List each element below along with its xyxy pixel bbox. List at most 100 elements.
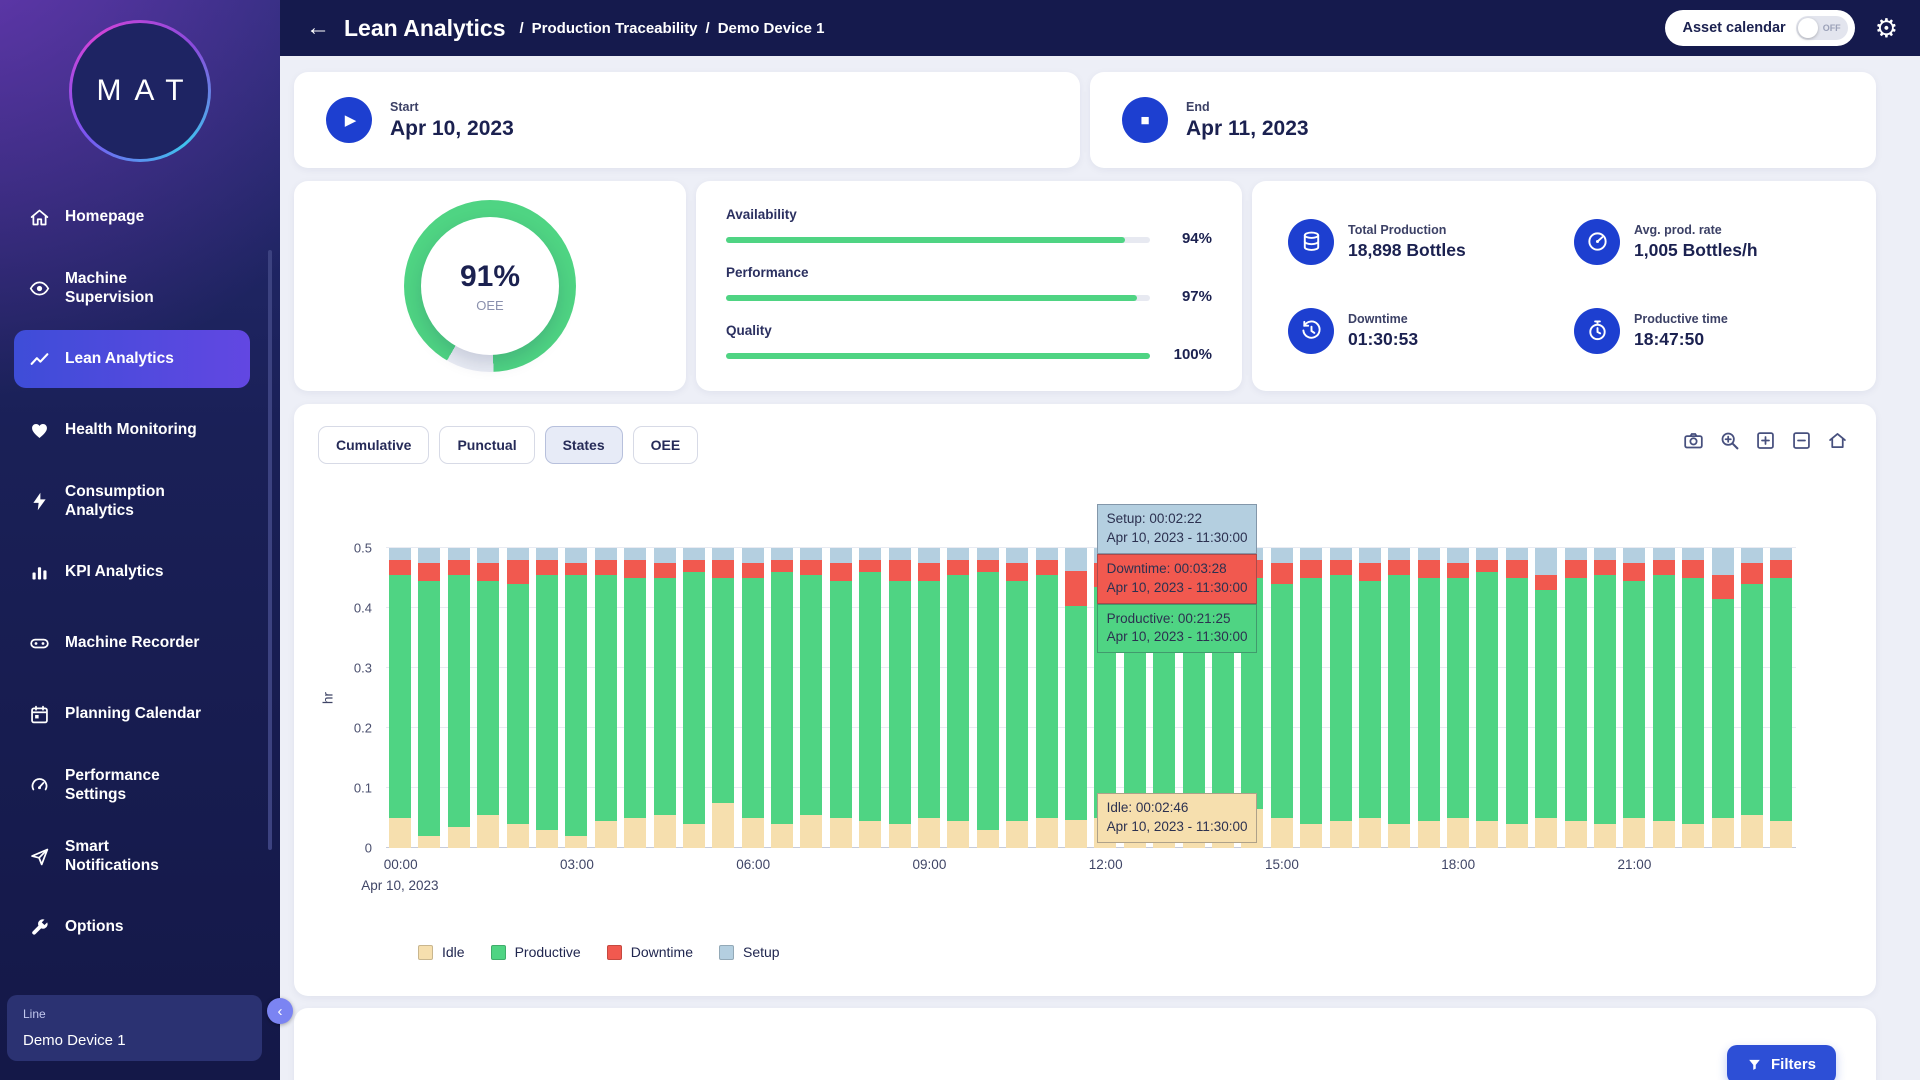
- legend-item-setup[interactable]: Setup: [719, 944, 780, 960]
- bar-19:30[interactable]: [1535, 548, 1557, 848]
- bar-06:00[interactable]: [742, 548, 764, 848]
- sidebar-item-performance-settings[interactable]: Performance Settings: [14, 756, 250, 814]
- breadcrumb-production-traceability[interactable]: Production Traceability: [532, 20, 698, 37]
- back-button[interactable]: ←: [306, 16, 330, 40]
- filters-button[interactable]: Filters: [1727, 1045, 1836, 1080]
- bar-02:30[interactable]: [536, 548, 558, 848]
- sidebar-item-kpi-analytics[interactable]: KPI Analytics: [14, 543, 250, 601]
- bar-segment-setup: [565, 548, 587, 563]
- tab-oee[interactable]: OEE: [633, 426, 699, 464]
- legend-item-idle[interactable]: Idle: [418, 944, 465, 960]
- bar-09:30[interactable]: [947, 548, 969, 848]
- bar-segment-productive: [389, 575, 411, 818]
- downtime-icon: [1300, 319, 1323, 342]
- bar-07:30[interactable]: [830, 548, 852, 848]
- sidebar-item-label: Machine Recorder: [65, 633, 207, 652]
- bar-00:30[interactable]: [418, 548, 440, 848]
- sidebar-item-homepage[interactable]: Homepage: [14, 188, 250, 246]
- productive-icon: [1586, 319, 1609, 342]
- legend-item-downtime[interactable]: Downtime: [607, 944, 693, 960]
- bar-17:00[interactable]: [1388, 548, 1410, 848]
- bar-segment-idle: [1594, 824, 1616, 848]
- bar-segment-setup: [1623, 548, 1645, 563]
- bar-23:00[interactable]: [1741, 548, 1763, 848]
- bar-16:00[interactable]: [1330, 548, 1352, 848]
- start-text: Start Apr 10, 2023: [390, 100, 514, 141]
- bar-01:00[interactable]: [448, 548, 470, 848]
- bar-10:30[interactable]: [1006, 548, 1028, 848]
- bar-segment-productive: [1330, 575, 1352, 821]
- bar-20:00[interactable]: [1565, 548, 1587, 848]
- bar-04:30[interactable]: [654, 548, 676, 848]
- bar-08:00[interactable]: [859, 548, 881, 848]
- bar-segment-setup: [1388, 548, 1410, 560]
- sidebar-item-machine-recorder[interactable]: Machine Recorder: [14, 614, 250, 672]
- bar-20:30[interactable]: [1594, 548, 1616, 848]
- camera-button[interactable]: [1683, 430, 1704, 451]
- tab-states[interactable]: States: [545, 426, 623, 464]
- sidebar-item-machine-supervision[interactable]: Machine Supervision: [14, 259, 250, 317]
- device-card[interactable]: Line Demo Device 1: [7, 995, 262, 1061]
- bar-segment-downtime: [565, 563, 587, 575]
- bar-23:30[interactable]: [1770, 548, 1792, 848]
- bar-19:00[interactable]: [1506, 548, 1528, 848]
- bar-16:30[interactable]: [1359, 548, 1381, 848]
- settings-gear-icon[interactable]: ⚙: [1875, 15, 1898, 41]
- bar-03:30[interactable]: [595, 548, 617, 848]
- stat-downtime: Downtime01:30:53: [1288, 300, 1554, 361]
- bar-04:00[interactable]: [624, 548, 646, 848]
- bar-segment-idle: [1300, 824, 1322, 848]
- bar-segment-idle: [1065, 820, 1087, 848]
- bar-11:30[interactable]: [1065, 548, 1087, 848]
- bar-22:00[interactable]: [1682, 548, 1704, 848]
- bar-02:00[interactable]: [507, 548, 529, 848]
- bar-segment-productive: [1359, 581, 1381, 818]
- zoom-out-button[interactable]: [1791, 430, 1812, 451]
- bar-08:30[interactable]: [889, 548, 911, 848]
- bar-06:30[interactable]: [771, 548, 793, 848]
- bar-10:00[interactable]: [977, 548, 999, 848]
- sidebar-scrollbar[interactable]: [268, 250, 272, 850]
- bar-05:30[interactable]: [712, 548, 734, 848]
- bar-22:30[interactable]: [1712, 548, 1734, 848]
- asset-calendar-toggle[interactable]: OFF: [1796, 16, 1848, 40]
- bar-21:30[interactable]: [1653, 548, 1675, 848]
- bar-01:30[interactable]: [477, 548, 499, 848]
- tab-cumulative[interactable]: Cumulative: [318, 426, 429, 464]
- bar-00:00[interactable]: [389, 548, 411, 848]
- bar-21:00[interactable]: [1623, 548, 1645, 848]
- stat-icon-circle: [1574, 308, 1620, 354]
- sidebar-collapse-button[interactable]: ‹: [267, 998, 293, 1024]
- sidebar-item-planning-calendar[interactable]: Planning Calendar: [14, 685, 250, 743]
- sidebar-item-options[interactable]: Options: [14, 898, 250, 956]
- bar-segment-setup: [1418, 548, 1440, 560]
- bar-18:30[interactable]: [1476, 548, 1498, 848]
- bar-11:00[interactable]: [1036, 548, 1058, 848]
- asset-calendar-pill[interactable]: Asset calendar OFF: [1665, 10, 1855, 46]
- bar-05:00[interactable]: [683, 548, 705, 848]
- x-tick-label: 00:00: [384, 857, 418, 872]
- sidebar-item-smart-notifications[interactable]: Smart Notifications: [14, 827, 250, 885]
- main: ← Lean Analytics /Production Traceabilit…: [280, 0, 1920, 1080]
- zoom-in-button[interactable]: [1755, 430, 1776, 451]
- bar-07:00[interactable]: [800, 548, 822, 848]
- bar-15:00[interactable]: [1271, 548, 1293, 848]
- kpi-progress-fill: [726, 295, 1137, 301]
- bar-09:00[interactable]: [918, 548, 940, 848]
- bar-segment-idle: [1271, 818, 1293, 848]
- kpi-progress-fill: [726, 353, 1150, 359]
- sidebar-item-consumption-analytics[interactable]: Consumption Analytics: [14, 472, 250, 530]
- bar-17:30[interactable]: [1418, 548, 1440, 848]
- bar-segment-setup: [800, 548, 822, 560]
- bar-03:00[interactable]: [565, 548, 587, 848]
- legend-item-productive[interactable]: Productive: [491, 944, 581, 960]
- bar-18:00[interactable]: [1447, 548, 1469, 848]
- breadcrumb-demo-device-1[interactable]: Demo Device 1: [718, 20, 825, 37]
- tab-punctual[interactable]: Punctual: [439, 426, 534, 464]
- bar-15:30[interactable]: [1300, 548, 1322, 848]
- zoom-button[interactable]: [1719, 430, 1740, 451]
- sidebar-item-health-monitoring[interactable]: Health Monitoring: [14, 401, 250, 459]
- reset-home-button[interactable]: [1827, 430, 1848, 451]
- sidebar-item-lean-analytics[interactable]: Lean Analytics: [14, 330, 250, 388]
- bar-segment-setup: [624, 548, 646, 560]
